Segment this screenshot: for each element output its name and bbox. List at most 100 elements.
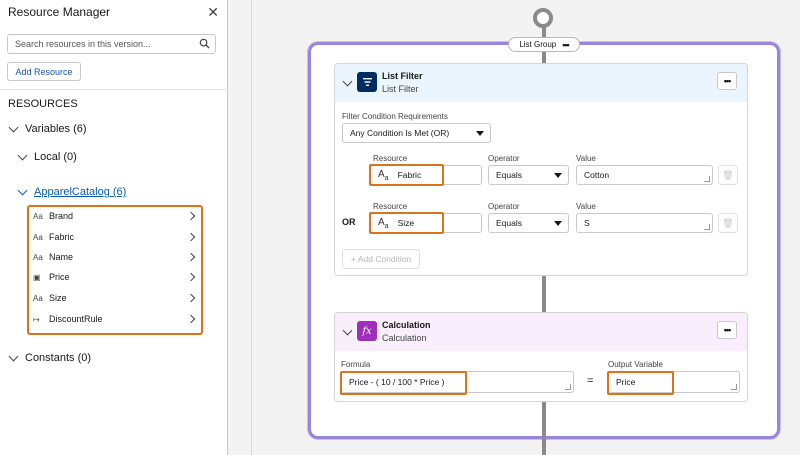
tree-item-apparel-catalog[interactable]: ApparelCatalog (6) xyxy=(17,185,126,198)
formula-icon: fx xyxy=(357,321,377,341)
variable-item-discount-rule[interactable]: ↦ DiscountRule xyxy=(33,310,198,328)
resources-heading: RESOURCES xyxy=(8,98,78,110)
apparel-catalog-link[interactable]: ApparelCatalog (6) xyxy=(34,186,126,198)
formula-highlight-box xyxy=(340,371,467,395)
divider xyxy=(0,89,228,90)
value-text: S xyxy=(584,218,590,228)
variable-label: Size xyxy=(49,293,67,303)
requirements-value: Any Condition Is Met (OR) xyxy=(350,128,450,138)
variable-item-brand[interactable]: Aa Brand xyxy=(33,207,198,225)
calculation-subtitle: Calculation xyxy=(382,333,427,343)
resize-handle-icon xyxy=(731,384,737,390)
start-node-icon[interactable] xyxy=(533,8,553,28)
chevron-down-icon xyxy=(17,185,28,195)
text-type-icon: Aa xyxy=(33,232,43,242)
operator-select[interactable]: Equals xyxy=(488,213,569,233)
operator-value: Equals xyxy=(496,218,522,228)
resize-handle-icon xyxy=(704,176,710,182)
connector-line xyxy=(542,402,546,440)
currency-type-icon: ▣ xyxy=(33,272,41,282)
panel-header: Resource Manager ✕ xyxy=(0,0,227,24)
operator-label: Operator xyxy=(488,154,520,163)
delete-condition-icon[interactable]: 🗑 xyxy=(718,213,738,233)
chevron-right-icon xyxy=(186,232,196,242)
value-label: Value xyxy=(576,154,596,163)
add-condition-button[interactable]: + Add Condition xyxy=(342,249,421,269)
resize-handle-icon xyxy=(565,384,571,390)
chevron-down-icon xyxy=(17,150,28,160)
value-text: Cotton xyxy=(584,170,610,180)
output-highlight-box xyxy=(607,371,674,395)
variable-label: Fabric xyxy=(49,232,75,242)
chevron-right-icon xyxy=(186,293,196,303)
chevron-down-icon xyxy=(8,122,19,132)
list-group-badge[interactable]: List Group ••• xyxy=(508,37,580,52)
tree-item-constants[interactable]: Constants (0) xyxy=(8,351,92,364)
dropdown-arrow-icon xyxy=(554,221,562,226)
calculation-header: fx Calculation Calculation ••• xyxy=(335,313,747,351)
flow-canvas[interactable]: List Group ••• List Filter List Filter •… xyxy=(229,0,800,455)
formula-label: Formula xyxy=(341,360,371,369)
calculation-title: Calculation xyxy=(382,320,431,330)
requirements-label: Filter Condition Requirements xyxy=(342,112,448,121)
add-resource-button[interactable]: Add Resource xyxy=(7,62,81,81)
operator-select[interactable]: Equals xyxy=(488,165,569,185)
connector-line xyxy=(542,440,546,455)
chevron-right-icon xyxy=(186,314,196,324)
chevron-down-icon[interactable] xyxy=(342,325,353,336)
tree-label: Constants (0) xyxy=(25,352,92,364)
tree-label: Variables (6) xyxy=(25,123,87,135)
delete-condition-icon[interactable]: 🗑 xyxy=(718,165,738,185)
operator-value: Equals xyxy=(496,170,522,180)
canvas-guide-line xyxy=(251,0,252,455)
search-icon xyxy=(199,38,210,49)
tree-item-local[interactable]: Local (0) xyxy=(17,150,77,163)
list-filter-menu-button[interactable]: ••• xyxy=(717,72,737,90)
tree-item-variables[interactable]: Variables (6) xyxy=(8,122,87,135)
resource-highlight-box xyxy=(369,212,444,234)
search-box xyxy=(7,34,216,54)
chevron-down-icon[interactable] xyxy=(342,76,353,87)
variable-label: Price xyxy=(49,272,70,282)
calculation-card[interactable]: fx Calculation Calculation ••• Formula P… xyxy=(334,312,748,402)
search-input[interactable] xyxy=(8,35,188,53)
more-options-icon[interactable]: ••• xyxy=(562,40,570,50)
dropdown-arrow-icon xyxy=(554,173,562,178)
connector-line xyxy=(542,276,546,313)
value-input[interactable]: S xyxy=(576,213,713,233)
output-label: Output Variable xyxy=(608,360,663,369)
list-filter-header: List Filter List Filter ••• xyxy=(335,64,747,102)
text-type-icon: Aa xyxy=(33,211,43,221)
variable-item-fabric[interactable]: Aa Fabric xyxy=(33,228,198,246)
variable-label: Brand xyxy=(49,211,74,221)
list-filter-title: List Filter xyxy=(382,71,423,81)
chevron-right-icon xyxy=(186,211,196,221)
tree-label: Local (0) xyxy=(34,151,77,163)
variable-label: DiscountRule xyxy=(49,314,103,324)
chevron-right-icon xyxy=(186,252,196,262)
variable-item-price[interactable]: ▣ Price xyxy=(33,268,198,286)
chevron-right-icon xyxy=(186,272,196,282)
variable-item-size[interactable]: Aa Size xyxy=(33,289,198,307)
panel-title: Resource Manager xyxy=(8,5,111,19)
list-filter-subtitle: List Filter xyxy=(382,84,419,94)
dropdown-arrow-icon xyxy=(476,131,484,136)
variable-item-name[interactable]: Aa Name xyxy=(33,248,198,266)
equals-sign: = xyxy=(587,375,594,387)
resource-label: Resource xyxy=(373,154,408,163)
formula-type-icon: ↦ xyxy=(33,314,40,324)
resize-handle-icon xyxy=(704,224,710,230)
or-label: OR xyxy=(342,217,356,227)
requirements-select[interactable]: Any Condition Is Met (OR) xyxy=(342,123,491,143)
close-icon[interactable]: ✕ xyxy=(207,5,219,19)
resource-label: Resource xyxy=(373,202,408,211)
group-label: List Group xyxy=(519,40,557,49)
chevron-down-icon xyxy=(8,351,19,361)
calculation-menu-button[interactable]: ••• xyxy=(717,321,737,339)
resource-highlight-box xyxy=(369,164,444,186)
list-filter-card[interactable]: List Filter List Filter ••• Filter Condi… xyxy=(334,63,748,276)
text-type-icon: Aa xyxy=(33,293,43,303)
resource-manager-panel: Resource Manager ✕ Add Resource RESOURCE… xyxy=(0,0,228,455)
text-type-icon: Aa xyxy=(33,252,43,262)
value-input[interactable]: Cotton xyxy=(576,165,713,185)
